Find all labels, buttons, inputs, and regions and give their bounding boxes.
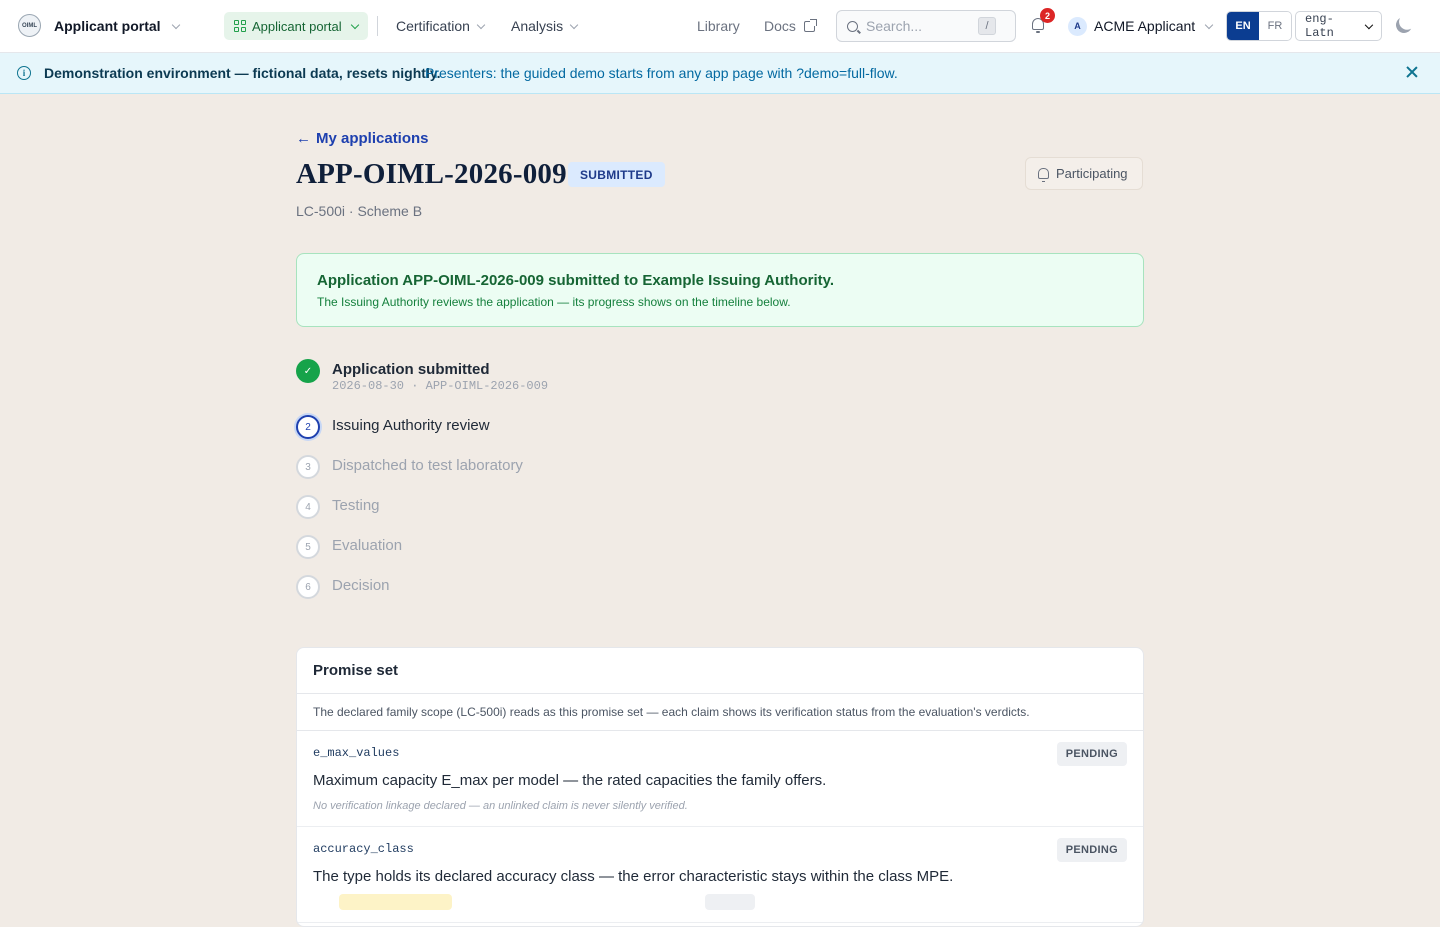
lang-fr-button[interactable]: FR [1259, 12, 1291, 40]
claim-linkage-chip [705, 894, 755, 910]
chevron-down-icon [476, 20, 486, 29]
app-switcher[interactable]: Applicant portal [54, 0, 180, 52]
step-number-marker: 2 [296, 415, 320, 439]
timeline-step-label: Evaluation [332, 537, 403, 554]
card-title: Promise set [297, 648, 1143, 694]
top-nav-bar: OIML Applicant portal Applicant portal C… [0, 0, 1440, 53]
chevron-down-icon [1365, 20, 1374, 29]
timeline-step-label: Testing [332, 497, 380, 514]
bell-clapper [1036, 31, 1040, 33]
demo-banner: i Demonstration environment — fictional … [0, 53, 1440, 94]
script-select[interactable]: eng-Latn [1295, 11, 1382, 41]
close-icon[interactable] [1404, 64, 1420, 80]
language-toggle: EN FR [1226, 11, 1292, 41]
script-select-value: eng-Latn [1305, 12, 1334, 40]
lang-en-button[interactable]: EN [1227, 12, 1259, 40]
bell-icon [1038, 168, 1049, 182]
info-icon: i [17, 66, 31, 80]
claim-note: No verification linkage declared — an un… [313, 800, 688, 812]
notifications-count-badge: 2 [1040, 8, 1055, 23]
grid-icon [234, 20, 246, 32]
claim-status-badge: PENDING [1056, 838, 1127, 862]
avatar: A [1068, 16, 1087, 36]
nav-certification[interactable]: Certification [396, 0, 486, 52]
chevron-down-icon [569, 20, 579, 29]
search-box[interactable]: / [836, 10, 1016, 42]
user-menu[interactable]: A ACME Applicant [1068, 0, 1214, 52]
nav-library[interactable]: Library [697, 0, 740, 52]
user-name: ACME Applicant [1094, 18, 1196, 34]
arrow-left-icon: ← [296, 130, 311, 147]
back-link-label: My applications [316, 130, 429, 147]
card-description: The declared family scope (LC-500i) read… [297, 694, 1143, 731]
nav-docs-label: Docs [764, 18, 796, 34]
check-icon: ✓ [296, 359, 320, 383]
claim-text: The type holds its declared accuracy cla… [313, 868, 954, 885]
search-icon [847, 20, 858, 32]
search-shortcut-key: / [978, 17, 996, 35]
participating-button[interactable]: Participating [1025, 157, 1143, 190]
portal-selector[interactable]: Applicant portal [224, 12, 368, 40]
participating-label: Participating [1056, 166, 1128, 181]
timeline-step-evaluation: 5 Evaluation [296, 535, 696, 559]
submission-notice: Application APP-OIML-2026-009 submitted … [296, 253, 1144, 327]
timeline-step-label: Decision [332, 577, 390, 594]
portal-selector-label: Applicant portal [252, 18, 342, 34]
search-input[interactable] [866, 18, 970, 34]
step-number-marker: 5 [296, 535, 320, 559]
timeline-step-label: Dispatched to test laboratory [332, 457, 523, 474]
status-badge: SUBMITTED [568, 162, 665, 187]
promise-set-card: Promise set The declared family scope (L… [296, 647, 1144, 927]
banner-heading: Demonstration environment — fictional da… [44, 65, 441, 81]
claim-text: Maximum capacity E_max per model — the r… [313, 772, 827, 789]
notice-text: The Issuing Authority reviews the applic… [317, 295, 791, 309]
claim-linkage-chip [339, 894, 452, 910]
timeline-step-review: 2 Issuing Authority review [296, 415, 696, 439]
timeline-step-testing: 4 Testing [296, 495, 696, 519]
external-link-icon [803, 18, 817, 32]
nav-library-label: Library [697, 18, 740, 34]
timeline-step-label: Issuing Authority review [332, 417, 490, 434]
claim-row: accuracy_class PENDING The type holds it… [297, 827, 1143, 923]
page-subtitle: LC-500i · Scheme B [296, 203, 423, 219]
moon-icon[interactable] [1394, 15, 1415, 36]
chevron-down-icon [1204, 20, 1214, 29]
timeline-step-meta: 2026-08-30 · APP-OIML-2026-009 [332, 379, 549, 393]
banner-message: Presenters: the guided demo starts from … [425, 65, 898, 81]
timeline-step-label: Application submitted [332, 361, 490, 378]
notice-title: Application APP-OIML-2026-009 submitted … [317, 272, 835, 289]
chevron-down-icon [350, 20, 359, 29]
claim-row: e_max_values PENDING Maximum capacity E_… [297, 731, 1143, 827]
nav-docs[interactable]: Docs [764, 0, 817, 52]
app-name: Applicant portal [54, 18, 161, 34]
back-link[interactable]: ← My applications [296, 130, 429, 147]
timeline-step-decision: 6 Decision [296, 575, 696, 599]
nav-certification-label: Certification [396, 18, 470, 34]
step-number-marker: 3 [296, 455, 320, 479]
step-number-marker: 4 [296, 495, 320, 519]
step-number-marker: 6 [296, 575, 320, 599]
nav-analysis-label: Analysis [511, 18, 564, 34]
claim-status-badge: PENDING [1056, 742, 1127, 766]
nav-divider [377, 16, 378, 36]
oiml-logo[interactable]: OIML [18, 14, 41, 37]
timeline-step-dispatched: 3 Dispatched to test laboratory [296, 455, 696, 479]
nav-analysis[interactable]: Analysis [511, 0, 579, 52]
chevron-down-icon [171, 20, 180, 29]
page-title: APP-OIML-2026-009 [296, 158, 567, 190]
claim-key: accuracy_class [313, 842, 414, 856]
claim-key: e_max_values [313, 746, 400, 760]
